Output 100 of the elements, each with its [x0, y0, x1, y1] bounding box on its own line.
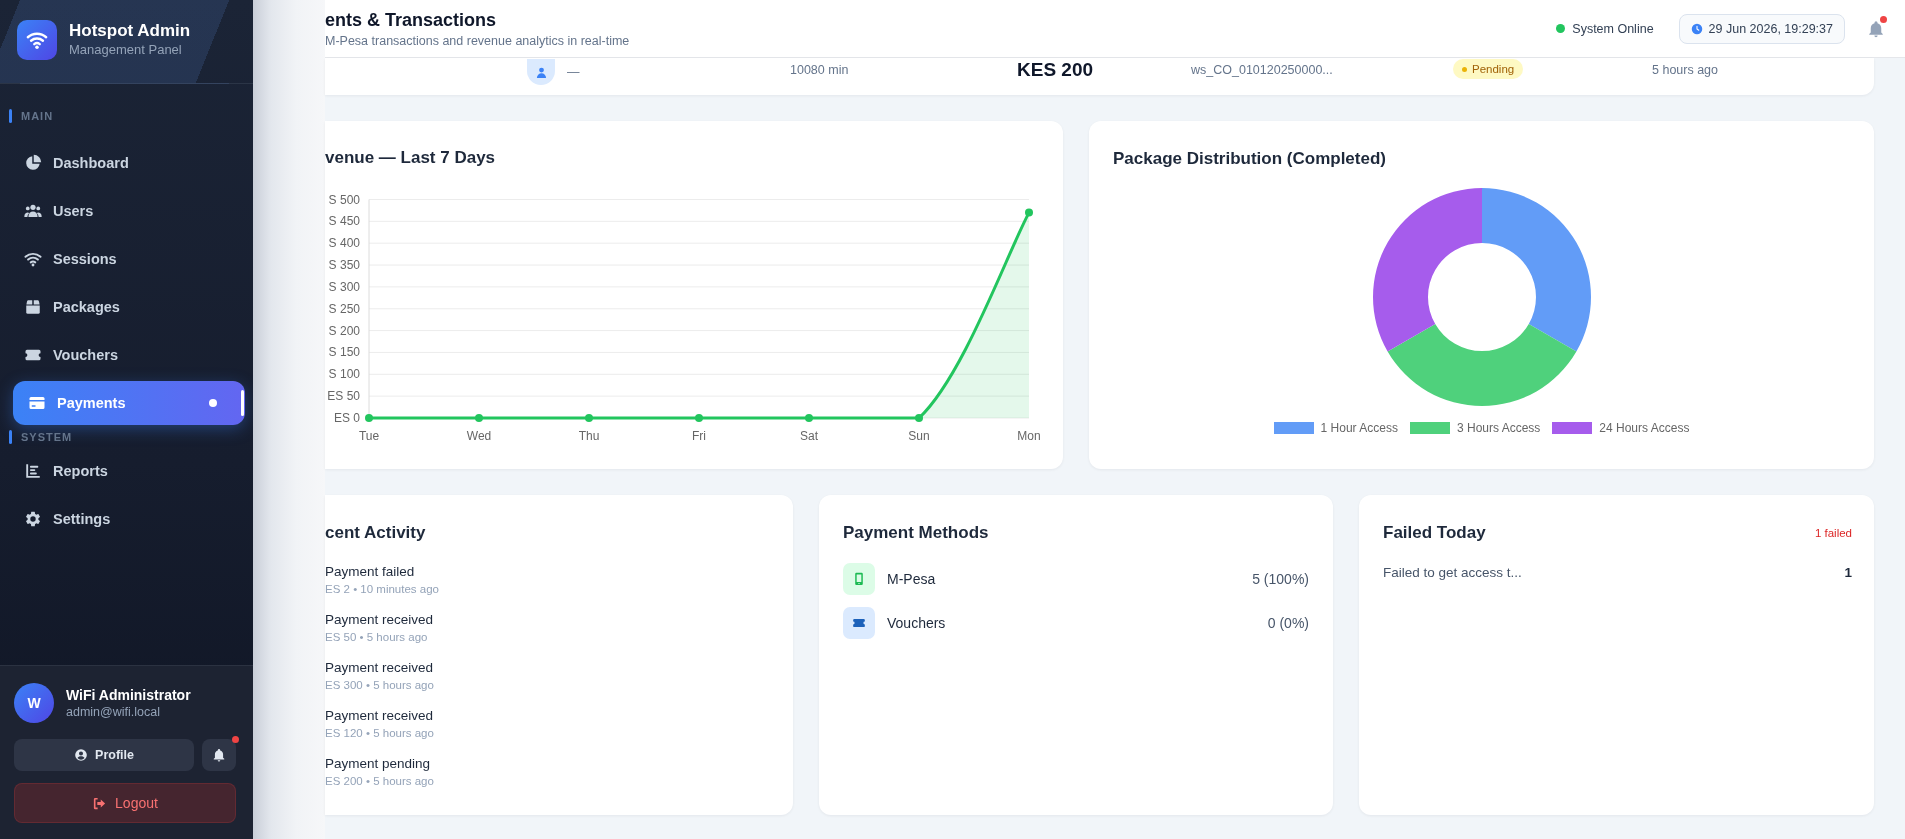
user-avatar: W	[14, 683, 54, 723]
activity-title: Payment pending	[325, 755, 432, 773]
data-point	[475, 414, 483, 422]
user-name: WiFi Administrator	[66, 686, 191, 704]
method-count: 5 (100%)	[1252, 571, 1309, 587]
axis-label: 250	[339, 301, 360, 316]
failed-count-label: 1 failed	[1814, 527, 1852, 539]
page-subtitle: M-Pesa transactions and revenue analytics in real-time	[325, 32, 630, 49]
axis-unit-label: S	[328, 323, 337, 338]
axis-unit-label: S	[328, 192, 337, 207]
nav-item[interactable]: Dashboard	[13, 141, 245, 185]
active-indicator-icon	[241, 390, 244, 416]
bell-icon	[212, 748, 226, 762]
users-icon	[24, 202, 42, 220]
bar-chart-icon	[24, 462, 42, 480]
logout-button[interactable]: Logout	[14, 783, 236, 823]
data-point	[805, 414, 813, 422]
logout-icon	[92, 795, 108, 811]
nav-item[interactable]: Settings	[13, 497, 245, 541]
box-icon	[24, 298, 42, 316]
axis-label: 50	[346, 389, 360, 404]
axis-label: 450	[339, 214, 360, 229]
nav-item[interactable]: Sessions	[13, 237, 245, 281]
data-point	[915, 414, 923, 422]
axis-label: Tue	[358, 429, 380, 443]
datetime-text: 29 Jun 2026, 19:29:37	[1708, 21, 1833, 36]
activity-detail: ES 2 • 10 minutes ago	[325, 582, 440, 597]
status-label: System Online	[1572, 21, 1654, 36]
nav-item[interactable]: Reports	[13, 449, 245, 493]
legend-label: 1 Hour Access	[1320, 421, 1398, 435]
card-title: Package Distribution (Completed)	[1113, 148, 1387, 170]
axis-unit-label: S	[328, 367, 337, 382]
card-title: venue — Last 7 Days	[325, 147, 497, 169]
time-cell-text: 5 hours ago	[1652, 62, 1720, 79]
legend-label: 3 Hours Access	[1456, 421, 1541, 435]
status-dot-icon	[1462, 66, 1467, 72]
section-marker-icon	[9, 109, 12, 123]
app-title: Hotspot Admin	[69, 21, 191, 41]
activity-title: Payment received	[325, 611, 435, 629]
card-title: Payment Methods	[843, 522, 990, 544]
user-avatar-icon	[527, 59, 555, 85]
legend-swatch-icon	[1409, 422, 1450, 434]
axis-label: Mon	[1017, 429, 1041, 443]
card-title: cent Activity	[325, 522, 427, 544]
axis-label: Thu	[578, 429, 600, 443]
legend-swatch-icon	[1273, 422, 1314, 434]
section-label: SYSTEM	[21, 430, 73, 444]
pie-chart-icon	[24, 154, 42, 172]
activity-title: Payment received	[325, 707, 435, 725]
axis-label: 300	[339, 279, 360, 294]
method-name: Vouchers	[887, 615, 946, 631]
section-marker-icon	[9, 430, 12, 444]
axis-label: 100	[339, 367, 360, 382]
wifi-icon	[24, 250, 42, 268]
axis-unit-label: S	[328, 258, 337, 273]
page-title: ents & Transactions	[325, 8, 498, 31]
profile-button[interactable]: Profile	[14, 739, 194, 771]
reference-cell-text: ws_CO_010120250000...	[1191, 62, 1334, 79]
nav-item[interactable]: Payments	[13, 381, 245, 425]
axis-label: Sat	[800, 429, 818, 443]
activity-detail: ES 200 • 5 hours ago	[325, 774, 435, 789]
data-point	[365, 414, 373, 422]
clock-icon	[1690, 22, 1703, 35]
settings-icon	[24, 510, 42, 528]
axis-unit-label: ES	[327, 389, 344, 404]
activity-detail: ES 120 • 5 hours ago	[325, 726, 435, 741]
nav-item[interactable]: Packages	[13, 285, 245, 329]
axis-label: Fri	[692, 429, 706, 443]
axis-label: 150	[339, 345, 360, 360]
axis-unit-label: S	[328, 279, 337, 294]
activity-detail: ES 50 • 5 hours ago	[325, 630, 429, 645]
amount-cell-text: KES 200	[1017, 59, 1095, 81]
nav-item[interactable]: Vouchers	[13, 333, 245, 377]
section-label: MAIN	[21, 109, 54, 123]
axis-label: 400	[339, 236, 360, 251]
method-name: M-Pesa	[887, 571, 936, 587]
customer-cell-text: —	[567, 64, 580, 81]
axis-label: 350	[339, 258, 360, 273]
app-subtitle: Management Panel	[69, 42, 183, 58]
wifi-icon	[17, 19, 57, 60]
user-email: admin@wifi.local	[66, 704, 161, 720]
axis-unit-label: S	[328, 236, 337, 251]
nav-item[interactable]: Users	[13, 189, 245, 233]
card-title: Failed Today	[1383, 522, 1486, 544]
axis-unit-label: S	[328, 214, 337, 229]
bell-icon	[1867, 18, 1885, 39]
status-text: Pending	[1472, 63, 1515, 75]
axis-label: 500	[339, 192, 360, 207]
axis-unit-label: S	[328, 345, 337, 360]
axis-label: Sun	[908, 429, 930, 443]
axis-label: 200	[339, 323, 360, 338]
data-point	[585, 414, 593, 422]
axis-label: 0	[353, 411, 360, 425]
duration-cell-text: 10080 min	[790, 62, 850, 79]
notifications-button[interactable]	[202, 739, 236, 771]
failed-item-label: Failed to get access t...	[1383, 564, 1522, 580]
activity-title: Payment failed	[325, 563, 416, 581]
credit-card-icon	[28, 394, 46, 412]
legend-swatch-icon	[1552, 422, 1593, 434]
active-dot-icon	[209, 399, 217, 407]
